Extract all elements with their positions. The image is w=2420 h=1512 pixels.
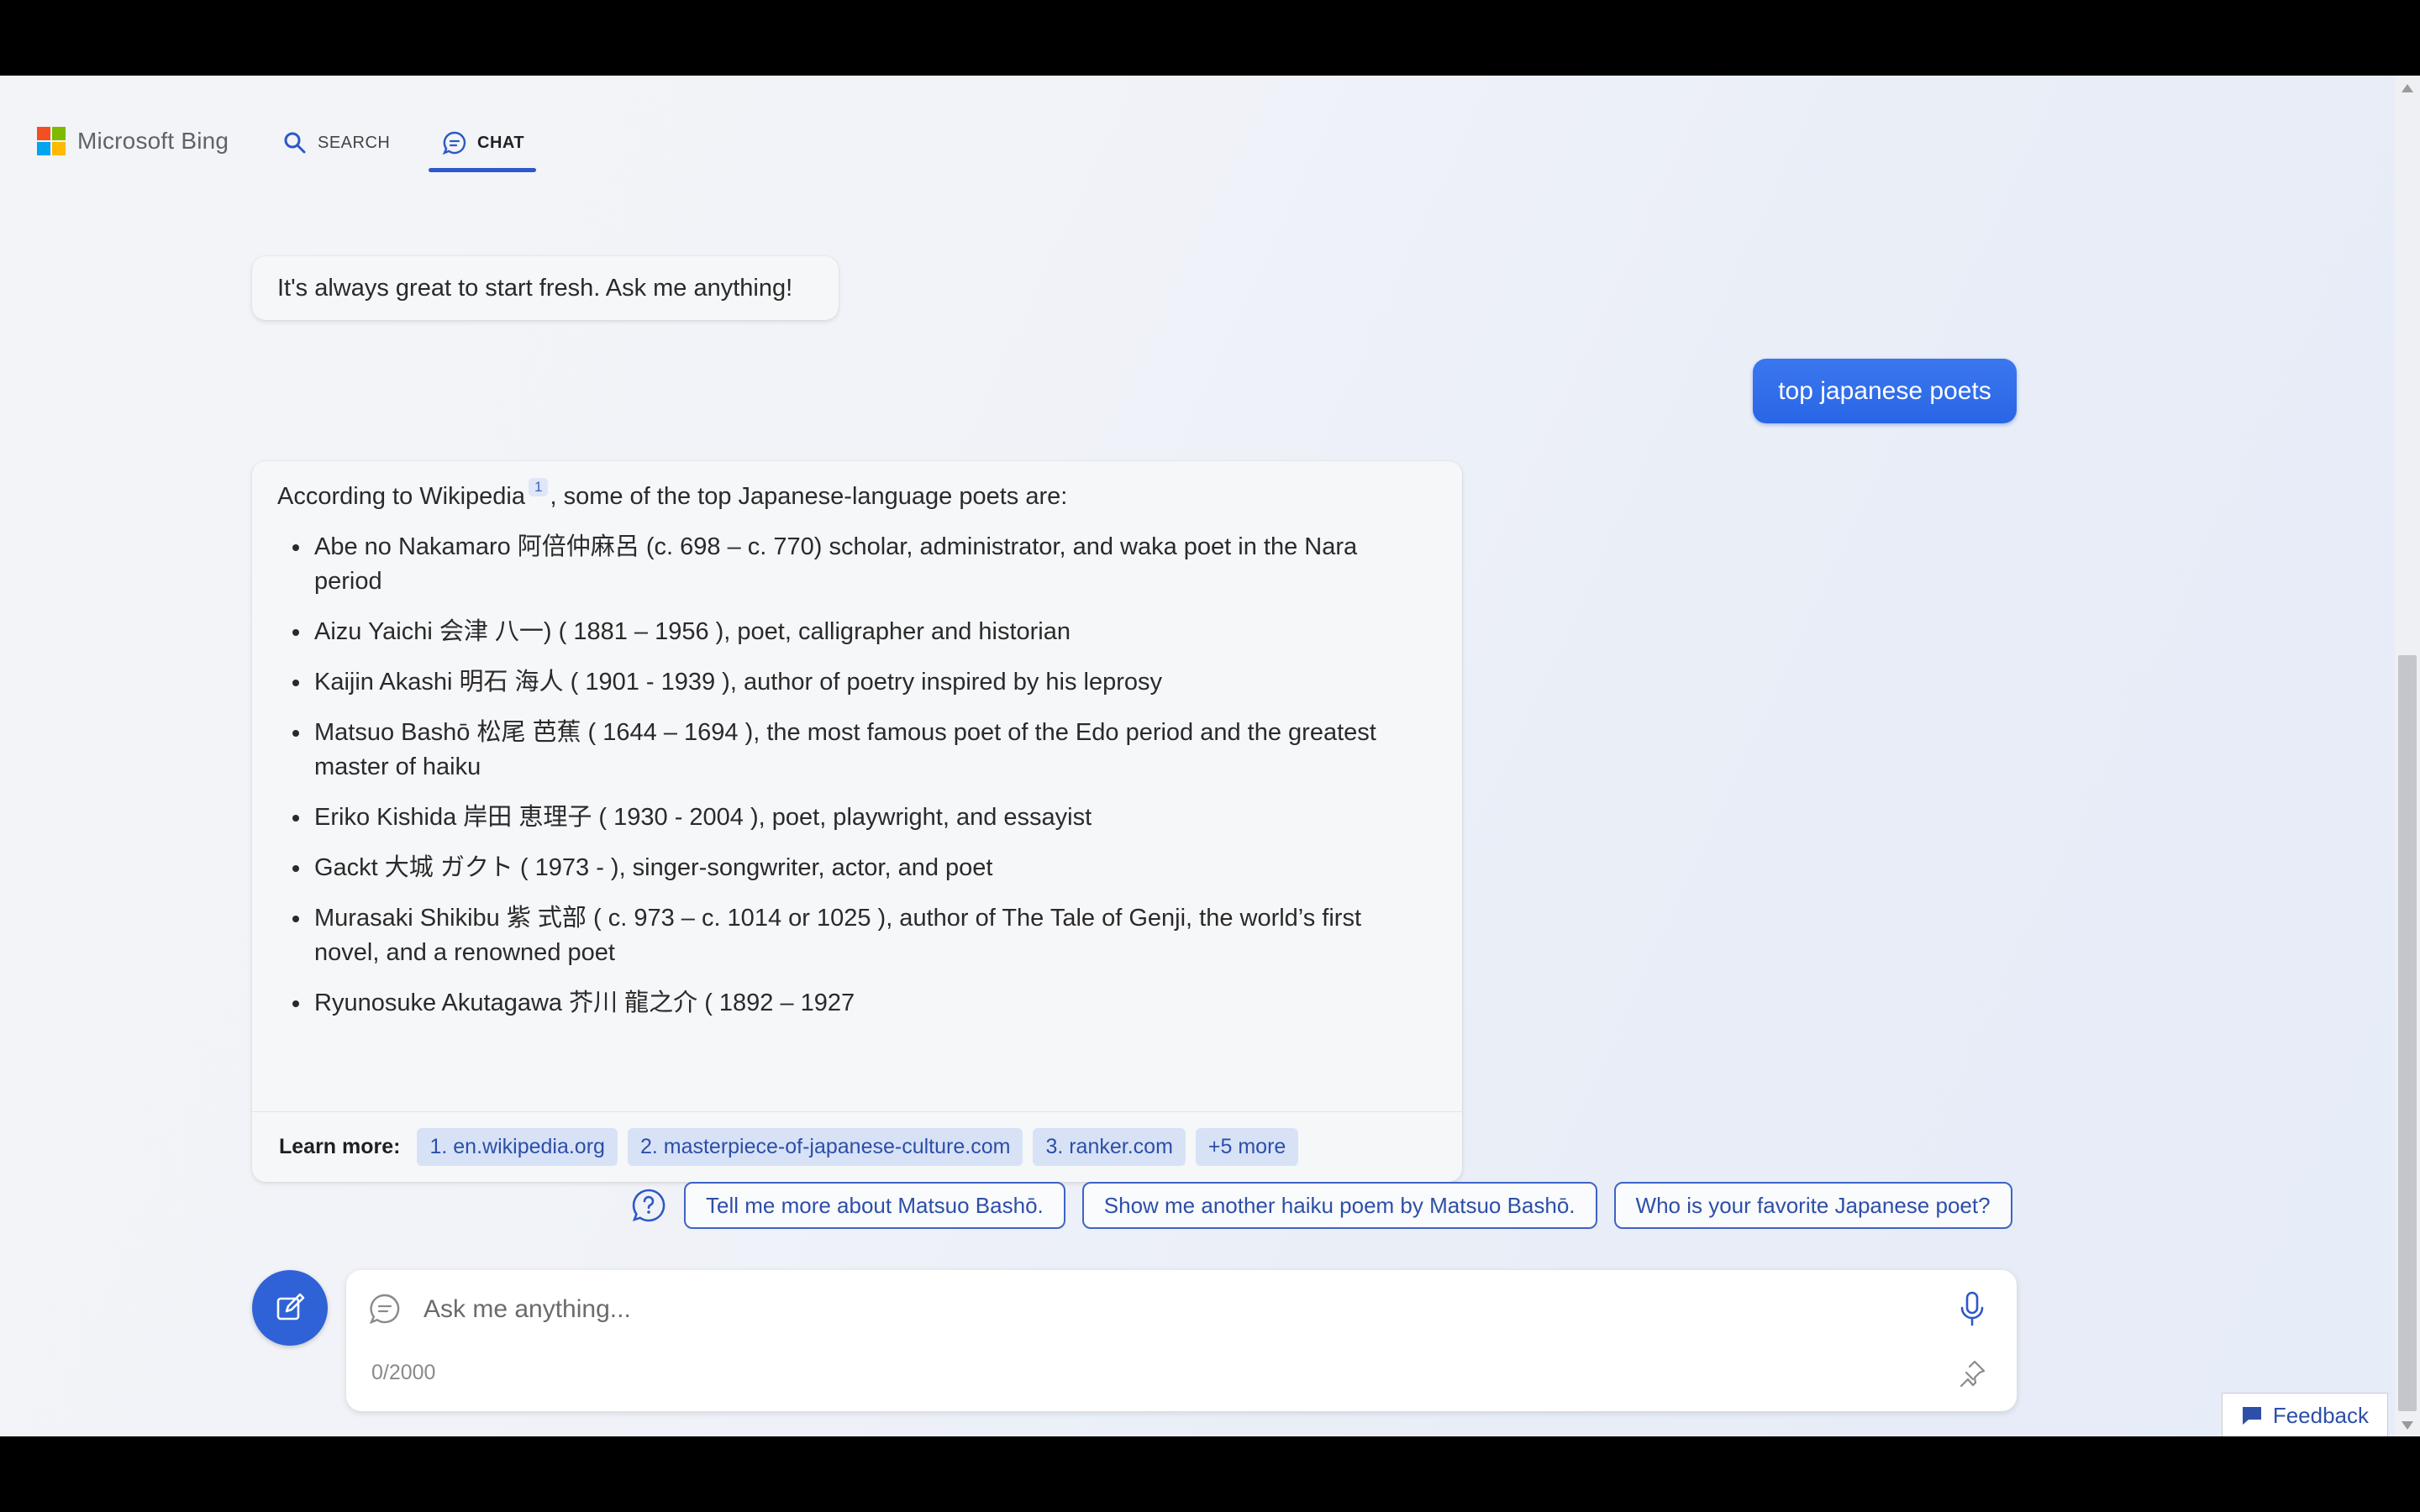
list-item: Eriko Kishida 岸田 恵理子 ( 1930 - 2004 ), po… <box>289 801 1423 835</box>
scrollbar-thumb[interactable] <box>2398 655 2417 1411</box>
bing-chat-page: Microsoft Bing SEARCH CHAT It's always g… <box>0 76 2420 1436</box>
more-sources-button[interactable]: +5 more <box>1195 1128 1299 1166</box>
source-link-ranker[interactable]: 3. ranker.com <box>1033 1128 1186 1166</box>
list-item: Ryunosuke Akutagawa 芥川 龍之介 ( 1892 – 1927 <box>289 986 1423 1021</box>
list-item: Abe no Nakamaro 阿倍仲麻呂 (c. 698 – c. 770) … <box>289 530 1423 599</box>
answer-intro-text-end: , some of the top Japanese-language poet… <box>550 483 1068 510</box>
list-item: Kaijin Akashi 明石 海人 ( 1901 - 1939 ), aut… <box>289 665 1423 700</box>
microsoft-logo-icon <box>37 127 66 155</box>
microsoft-bing-logo[interactable]: Microsoft Bing <box>37 126 229 156</box>
microphone-icon[interactable] <box>1958 1290 1986 1327</box>
user-message-text: top japanese poets <box>1778 376 1991 405</box>
tab-chat-label: CHAT <box>477 133 525 152</box>
scroll-up-arrow-icon[interactable] <box>2402 84 2413 92</box>
answer-intro: According to Wikipedia 1, some of the top… <box>277 478 1068 511</box>
list-item: Aizu Yaichi 会津 八一) ( 1881 – 1956 ), poet… <box>289 615 1423 649</box>
bot-answer-message: According to Wikipedia 1, some of the top… <box>252 461 1462 1182</box>
answer-intro-text: According to Wikipedia <box>277 483 525 510</box>
source-link-wikipedia[interactable]: 1. en.wikipedia.org <box>417 1128 618 1166</box>
tab-search-label: SEARCH <box>318 133 391 152</box>
suggestion-button[interactable]: Tell me more about Matsuo Bashō. <box>684 1182 1065 1229</box>
character-counter: 0/2000 <box>371 1361 436 1384</box>
tab-chat[interactable]: CHAT <box>442 118 524 168</box>
chat-composer: 0/2000 <box>346 1270 2017 1411</box>
user-message: top japanese poets <box>1753 359 2017 423</box>
greeting-text: It's always great to start fresh. Ask me… <box>277 274 793 302</box>
chat-input[interactable] <box>422 1289 1854 1331</box>
search-icon <box>284 132 306 154</box>
list-item: Matsuo Bashō 松尾 芭蕉 ( 1644 – 1694 ), the … <box>289 716 1423 785</box>
poets-list: Abe no Nakamaro 阿倍仲麻呂 (c. 698 – c. 770) … <box>289 530 1423 1037</box>
suggestion-button[interactable]: Who is your favorite Japanese poet? <box>1613 1182 2012 1229</box>
scrollbar[interactable] <box>2395 76 2420 1436</box>
brand-name: Microsoft Bing <box>77 128 229 154</box>
pin-icon[interactable] <box>1958 1359 1986 1388</box>
tab-search[interactable]: SEARCH <box>282 118 390 168</box>
list-item: Murasaki Shikibu 紫 式部 ( c. 973 – c. 1014… <box>289 901 1423 970</box>
divider <box>252 1111 1462 1112</box>
new-topic-button[interactable] <box>252 1270 328 1346</box>
feedback-label: Feedback <box>2272 1402 2369 1428</box>
chat-bubble-icon <box>369 1294 400 1325</box>
suggestion-button[interactable]: Show me another haiku poem by Matsuo Bas… <box>1081 1182 1597 1229</box>
suggestion-bar: Tell me more about Matsuo Bashō. Show me… <box>630 1182 2012 1229</box>
citation-marker[interactable]: 1 <box>528 478 549 496</box>
feedback-button[interactable]: Feedback <box>2221 1393 2388 1436</box>
scroll-down-arrow-icon[interactable] <box>2402 1421 2413 1430</box>
feedback-icon <box>2242 1407 2261 1425</box>
list-item: Gackt 大城 ガクト ( 1973 - ), singer-songwrit… <box>289 851 1423 885</box>
learn-more-label: Learn more: <box>279 1135 401 1158</box>
learn-more-bar: Learn more: 1. en.wikipedia.org 2. maste… <box>279 1128 1299 1166</box>
help-question-icon[interactable] <box>630 1187 667 1224</box>
source-link-masterpiece[interactable]: 2. masterpiece-of-japanese-culture.com <box>627 1128 1023 1166</box>
chat-icon <box>442 131 466 155</box>
active-tab-indicator <box>429 168 536 172</box>
new-topic-icon <box>276 1293 305 1320</box>
bot-greeting-message: It's always great to start fresh. Ask me… <box>252 256 839 320</box>
